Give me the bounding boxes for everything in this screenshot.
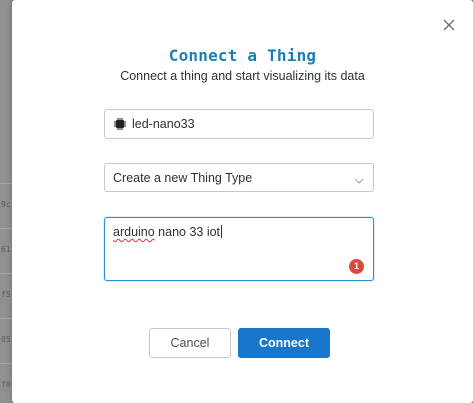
thing-type-selected: Create a new Thing Type xyxy=(113,171,253,185)
background-page: 9c 61 f5 05 f0 xyxy=(0,0,12,403)
dialog-title: Connect a Thing xyxy=(168,46,317,65)
background-cell: 61 xyxy=(1,245,11,254)
text-caret xyxy=(221,225,223,238)
background-cell: f5 xyxy=(1,290,11,299)
dialog-subtitle: Connect a thing and start visualizing it… xyxy=(120,69,365,83)
background-cell: f0 xyxy=(1,380,11,389)
thing-type-select[interactable]: Create a new Thing Type xyxy=(104,163,374,192)
description-textarea[interactable]: arduino nano 33 iot 1 xyxy=(104,217,374,281)
background-cell: 9c xyxy=(1,200,11,209)
thing-name-value: led-nano33 xyxy=(132,117,195,131)
description-rest: nano 33 iot xyxy=(154,225,221,239)
description-value: arduino nano 33 iot xyxy=(113,225,223,239)
close-icon[interactable] xyxy=(442,18,456,32)
connect-button[interactable]: Connect xyxy=(238,328,330,358)
error-count-badge[interactable]: 1 xyxy=(349,259,364,274)
cancel-button[interactable]: Cancel xyxy=(149,328,231,358)
misspelled-word: arduino xyxy=(113,225,155,239)
background-cell: 05 xyxy=(1,335,11,344)
chevron-down-icon xyxy=(354,173,364,184)
thing-name-input[interactable]: led-nano33 xyxy=(104,109,374,139)
connect-thing-dialog: Connect a Thing Connect a thing and star… xyxy=(12,0,473,403)
chip-icon xyxy=(113,117,127,131)
